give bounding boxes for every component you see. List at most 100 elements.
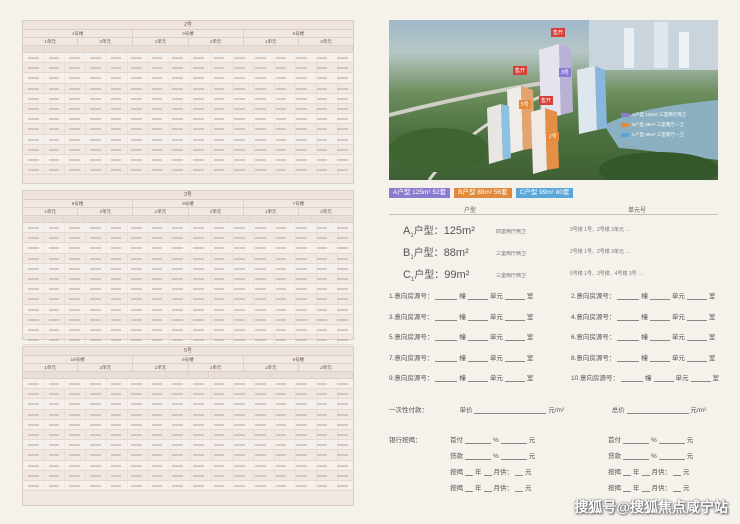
table-cell [110,474,122,477]
column-header-cell [147,46,168,52]
table-cell [234,383,245,385]
table-cell [69,277,80,280]
mortgage-input[interactable] [623,475,631,476]
mortgage-input[interactable] [673,475,681,476]
intent-input[interactable] [504,340,525,341]
intent-input[interactable] [649,360,670,362]
mortgage-input[interactable] [515,475,523,476]
intent-input[interactable] [504,299,525,300]
table-cell [110,57,122,59]
mortgage-input[interactable] [483,491,492,492]
mortgage-input[interactable] [623,443,649,444]
intent-input[interactable] [435,319,458,321]
intent-label: 10.意向房源号： [571,375,620,382]
column-header-cell [229,46,250,52]
intent-label: 2.意向房源号： [571,293,616,300]
total-price-field[interactable] [626,413,689,414]
intent-input[interactable] [617,360,640,362]
table-cell [254,57,266,59]
intent-input[interactable] [467,340,488,341]
intent-input[interactable] [617,299,640,300]
intent-input[interactable] [649,319,670,321]
table-cell [234,433,245,436]
intent-input[interactable] [686,340,707,341]
table-cell [110,393,122,396]
table-cell [89,257,101,260]
building-label: 16号楼 [23,356,134,363]
intent-input[interactable] [686,360,707,362]
column-header-cell [291,216,312,222]
table-cell [69,328,80,331]
mortgage-input[interactable] [500,459,527,460]
mortgage-input[interactable] [483,475,492,476]
column-header-cell [44,372,65,378]
table-cell [48,277,60,280]
intent-input[interactable] [504,381,525,382]
intent-input[interactable] [649,340,670,341]
table-cell [89,169,101,172]
table-cell [275,118,287,121]
intent-input[interactable] [621,381,644,382]
table-cell [48,423,60,426]
intent-input[interactable] [504,360,525,362]
intent-input[interactable] [435,381,458,382]
intent-input[interactable] [649,299,670,300]
column-header-cell [167,46,188,52]
unit-price-field[interactable] [474,413,547,414]
table-cell [275,158,287,161]
mortgage-input[interactable] [641,475,650,476]
intent-input[interactable] [467,381,488,382]
intent-input[interactable] [617,319,640,321]
intent-input[interactable] [435,360,458,362]
intent-unit-label: 单元 [489,354,503,362]
intent-input[interactable] [686,299,707,300]
table-cell [131,454,142,457]
mortgage-label: 银行按揭： [389,437,422,444]
intent-input[interactable] [467,299,488,300]
table-row [23,165,353,176]
mortgage-input[interactable] [673,491,681,492]
intent-input[interactable] [653,381,674,382]
mortgage-input[interactable] [515,491,523,492]
mortgage-input[interactable] [465,475,473,476]
intent-unit-label: 室 [526,375,534,382]
mortgage-input[interactable] [623,459,649,460]
intent-input[interactable] [690,381,711,382]
table-cell [110,97,122,100]
intent-input[interactable] [435,340,458,341]
intent-input[interactable] [617,340,640,341]
intent-input[interactable] [467,360,488,362]
intent-unit-label: 幢 [645,375,652,382]
table-cell [89,444,101,447]
table-row [23,399,353,410]
mortgage-input[interactable] [500,443,527,444]
table-cell [48,158,60,161]
column-header-cell [209,372,230,378]
table-cell [234,148,245,151]
mortgage-input[interactable] [623,491,631,492]
table-cell [213,403,225,406]
mortgage-input[interactable] [465,459,491,460]
table-cell [151,118,163,121]
unit-desc-a: 四室两厅两卫 [496,229,527,235]
table-cell [193,318,204,321]
intent-input[interactable] [467,319,488,321]
table-cell [275,339,287,342]
mortgage-input[interactable] [658,459,685,460]
table-cell [172,257,183,260]
mortgage-input[interactable] [465,443,491,444]
table-cell [48,107,60,110]
table-cell [28,257,39,260]
table-cell [89,318,101,321]
mortgage-input[interactable] [658,443,685,444]
building-label: 5号楼 [292,31,305,36]
intent-input[interactable] [504,319,525,321]
table-cell [213,158,225,161]
table-cell [337,277,348,280]
intent-input[interactable] [435,299,458,300]
intent-input[interactable] [686,319,707,321]
mortgage-input[interactable] [641,491,650,492]
table-cell [254,97,266,100]
unit-header: 1单元 2单元 1单元 2单元 1单元 2单元 [23,38,353,46]
mortgage-input[interactable] [465,491,473,492]
